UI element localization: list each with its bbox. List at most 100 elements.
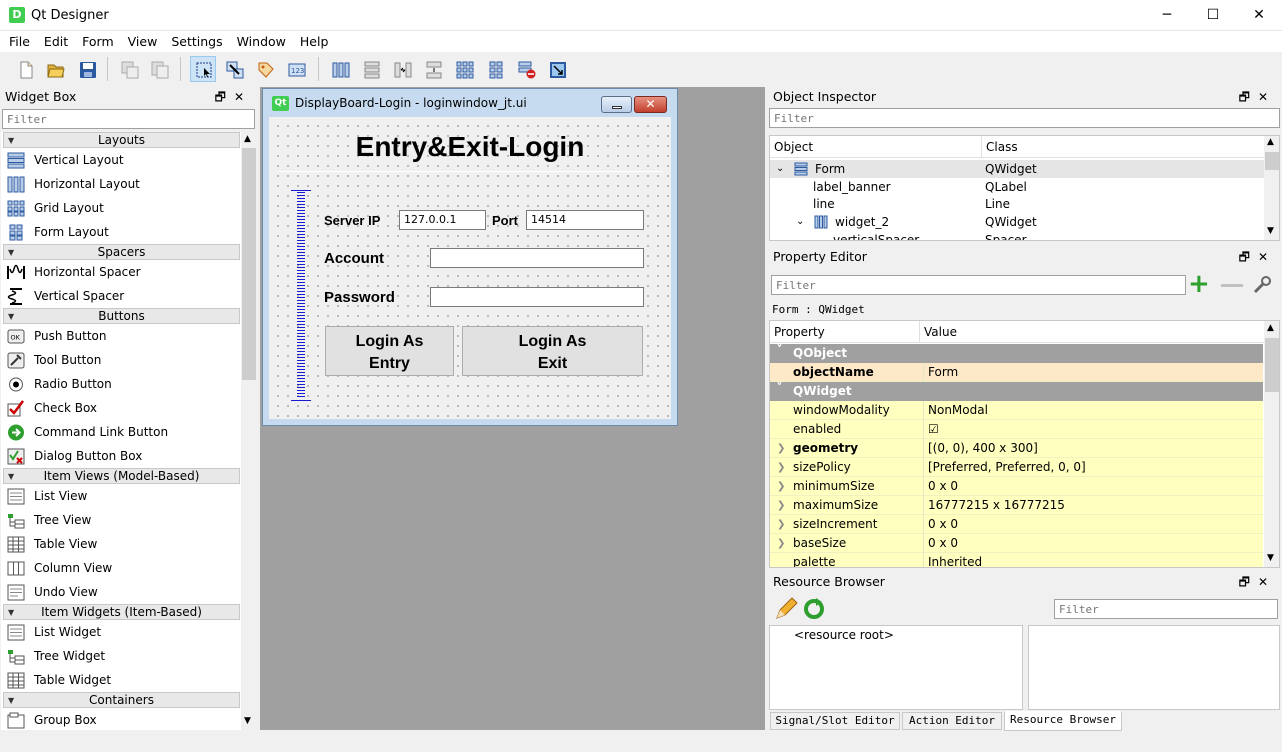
- widget-item-form-layout[interactable]: Form Layout: [1, 220, 241, 244]
- group-qwidget[interactable]: QWidget: [770, 380, 1263, 401]
- paste-button[interactable]: [146, 56, 172, 82]
- layout-vertical-button[interactable]: [358, 56, 384, 82]
- scroll-up-icon[interactable]: ▲: [1267, 323, 1274, 333]
- widget-item-tree-view[interactable]: Tree View: [1, 508, 241, 532]
- widget-item-list-view[interactable]: List View: [1, 484, 241, 508]
- resource-browser-float-icon[interactable]: 🗗: [1239, 575, 1258, 589]
- form-window-caption[interactable]: Qt DisplayBoard-Login - loginwindow_jt.u…: [263, 89, 677, 117]
- break-layout-button[interactable]: [513, 56, 539, 82]
- category-layouts[interactable]: Layouts: [3, 132, 240, 148]
- widget-item-table-view[interactable]: Table View: [1, 532, 241, 556]
- property-editor-close-icon[interactable]: ✕: [1258, 250, 1276, 264]
- edit-resources-pencil-icon[interactable]: [774, 597, 798, 621]
- remove-dynamic-property-icon[interactable]: [1221, 284, 1243, 287]
- property-row[interactable]: enabled ☑: [770, 420, 1263, 439]
- widget-item-table-widget[interactable]: Table Widget: [1, 668, 241, 692]
- property-row[interactable]: ❯ minimumSize 0 x 0: [770, 477, 1263, 496]
- widget-item-tree-widget[interactable]: Tree Widget: [1, 644, 241, 668]
- property-editor-float-icon[interactable]: 🗗: [1239, 250, 1258, 264]
- vertical-spacer[interactable]: [291, 190, 311, 401]
- group-qobject[interactable]: QObject: [770, 342, 1263, 363]
- menu-edit[interactable]: Edit: [37, 31, 75, 52]
- widget-item-tool-button[interactable]: Tool Button: [1, 348, 241, 372]
- menu-form[interactable]: Form: [75, 31, 121, 52]
- category-spacers[interactable]: Spacers: [3, 244, 240, 260]
- tab-resource-browser[interactable]: Resource Browser: [1004, 711, 1122, 731]
- collapse-icon[interactable]: ⌄: [776, 160, 784, 178]
- login-exit-button[interactable]: Login As Exit: [462, 326, 643, 376]
- widget-item-vertical-layout[interactable]: Vertical Layout: [1, 148, 241, 172]
- expand-chevron-icon[interactable]: ❯: [777, 477, 785, 496]
- edit-signals-slots-button[interactable]: [221, 56, 247, 82]
- close-button[interactable]: ✕: [1236, 0, 1282, 31]
- property-value[interactable]: 0 x 0: [923, 534, 958, 553]
- property-row[interactable]: ❯ geometry [(0, 0), 400 x 300]: [770, 439, 1263, 458]
- property-value[interactable]: Inherited: [923, 553, 982, 567]
- object-inspector-filter-input[interactable]: [769, 108, 1280, 128]
- widget-item-radio-button[interactable]: Radio Button: [1, 372, 241, 396]
- layout-horizontal-splitter-button[interactable]: [389, 56, 415, 82]
- widget-item-horizontal-spacer[interactable]: Horizontal Spacer: [1, 260, 241, 284]
- tab-signal-slot-editor[interactable]: Signal/Slot Editor: [770, 712, 900, 730]
- property-row[interactable]: ❯ sizePolicy [Preferred, Preferred, 0, 0]: [770, 458, 1263, 477]
- widget-item-vertical-spacer[interactable]: Vertical Spacer: [1, 284, 241, 308]
- new-form-button[interactable]: [12, 56, 38, 82]
- expand-chevron-icon[interactable]: ❯: [777, 496, 785, 515]
- edit-tab-order-button[interactable]: 123: [283, 56, 309, 82]
- property-value[interactable]: 0 x 0: [923, 477, 958, 496]
- widget-item-push-button[interactable]: OK Push Button: [1, 324, 241, 348]
- scroll-up-icon[interactable]: ▲: [1267, 137, 1274, 147]
- property-value[interactable]: 0 x 0: [923, 515, 958, 534]
- widget-box-float-icon[interactable]: 🗗: [215, 90, 234, 104]
- scroll-down-icon[interactable]: ▼: [244, 716, 251, 726]
- resource-filter-input[interactable]: [1054, 599, 1278, 619]
- property-scrollbar[interactable]: ▲ ▼: [1264, 321, 1279, 567]
- layout-form-button[interactable]: [482, 56, 508, 82]
- menu-view[interactable]: View: [121, 31, 165, 52]
- reload-icon[interactable]: [802, 597, 826, 621]
- menu-window[interactable]: Window: [230, 31, 293, 52]
- widget-box-scrollbar[interactable]: ▲ ▼: [241, 132, 257, 730]
- property-value[interactable]: ☑: [923, 420, 939, 439]
- property-row[interactable]: ❯ sizeIncrement 0 x 0: [770, 515, 1263, 534]
- property-filter-input[interactable]: [771, 275, 1186, 295]
- layout-vertical-splitter-button[interactable]: [420, 56, 446, 82]
- adjust-size-button[interactable]: [544, 56, 570, 82]
- property-value[interactable]: Form: [923, 363, 958, 382]
- scroll-down-icon[interactable]: ▼: [1267, 226, 1274, 236]
- add-dynamic-property-icon[interactable]: +: [1188, 271, 1210, 297]
- collapse-icon[interactable]: ⌄: [796, 213, 804, 231]
- widget-item-undo-view[interactable]: Undo View: [1, 580, 241, 604]
- edit-buddies-button[interactable]: [252, 56, 278, 82]
- tree-row-vertical-spacer[interactable]: verticalSpacer Spacer: [770, 231, 1264, 240]
- minimize-button[interactable]: ─: [1144, 0, 1190, 31]
- property-row[interactable]: ❯ maximumSize 16777215 x 16777215: [770, 496, 1263, 515]
- line[interactable]: [279, 171, 663, 172]
- port-input[interactable]: 14514: [526, 210, 644, 230]
- menu-file[interactable]: File: [0, 31, 37, 52]
- tree-row-label-banner[interactable]: label_banner QLabel: [770, 178, 1264, 196]
- expand-chevron-icon[interactable]: ❯: [777, 458, 785, 477]
- property-value[interactable]: [(0, 0), 400 x 300]: [923, 439, 1038, 458]
- widget-item-list-widget[interactable]: List Widget: [1, 620, 241, 644]
- label-banner[interactable]: Entry&Exit-Login: [269, 130, 671, 164]
- password-input[interactable]: [430, 287, 644, 307]
- scrollbar-thumb[interactable]: [1265, 152, 1279, 170]
- tab-action-editor[interactable]: Action Editor: [902, 712, 1002, 730]
- category-containers[interactable]: Containers: [3, 692, 240, 708]
- widget-item-grid-layout[interactable]: Grid Layout: [1, 196, 241, 220]
- form-close-button[interactable]: ✕: [634, 96, 667, 113]
- scrollbar-thumb[interactable]: [242, 148, 256, 380]
- layout-horizontal-button[interactable]: [327, 56, 353, 82]
- form-minimize-button[interactable]: [601, 96, 632, 113]
- tree-row-line[interactable]: line Line: [770, 195, 1264, 213]
- column-property[interactable]: Property: [770, 321, 920, 343]
- property-row[interactable]: windowModality NonModal: [770, 401, 1263, 420]
- object-inspector-close-icon[interactable]: ✕: [1258, 90, 1276, 104]
- property-value[interactable]: [Preferred, Preferred, 0, 0]: [923, 458, 1086, 477]
- widget-item-group-box[interactable]: Group Box: [1, 708, 241, 730]
- form-window[interactable]: Qt DisplayBoard-Login - loginwindow_jt.u…: [262, 88, 678, 426]
- widget-item-horizontal-layout[interactable]: Horizontal Layout: [1, 172, 241, 196]
- form-body[interactable]: Entry&Exit-Login Server IP 127.0.0.1 Por…: [269, 117, 671, 419]
- column-value[interactable]: Value: [920, 321, 1264, 343]
